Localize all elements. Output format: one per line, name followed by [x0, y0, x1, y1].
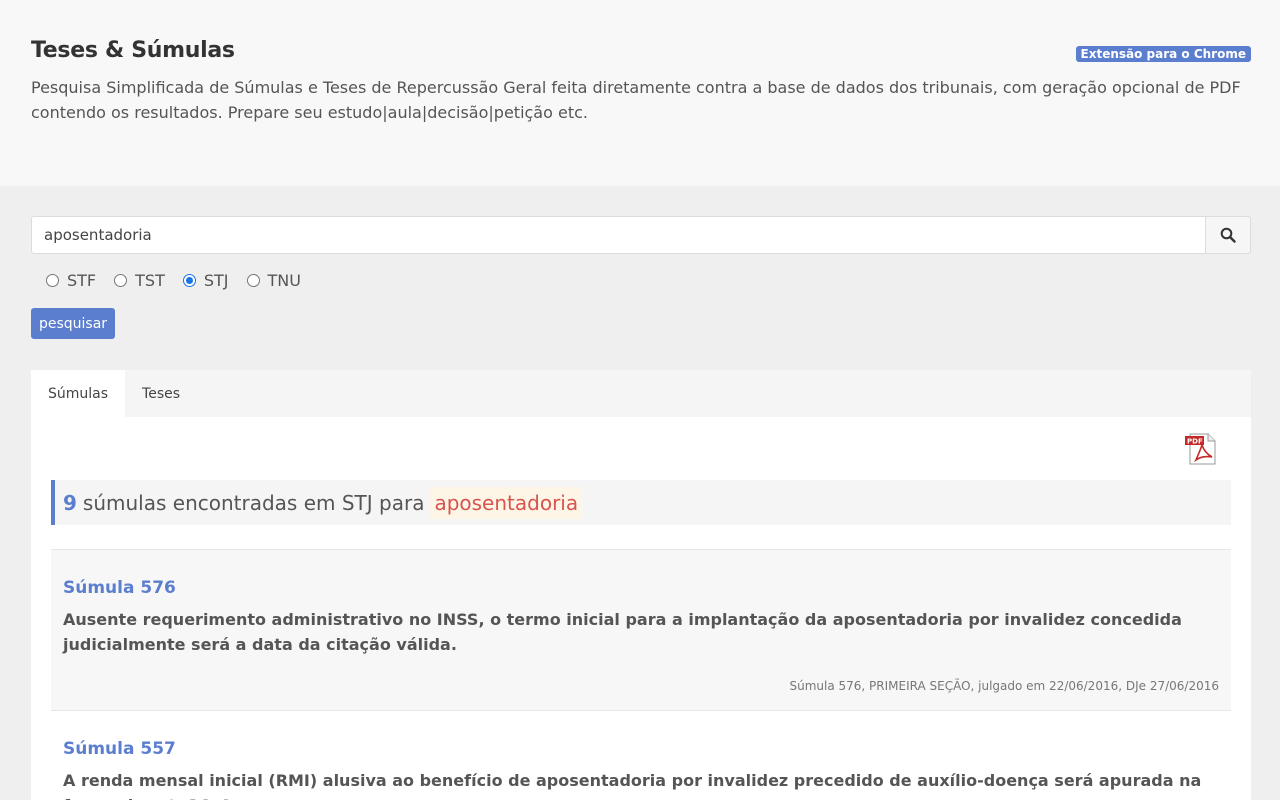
radio-button[interactable]: [46, 274, 59, 287]
pdf-download-button[interactable]: PDF: [1184, 433, 1218, 469]
search-input[interactable]: [31, 216, 1205, 254]
court-radio-stj[interactable]: STJ: [182, 271, 229, 290]
tab-sumulas[interactable]: Súmulas: [31, 370, 126, 417]
sumula-title[interactable]: Súmula 576: [63, 578, 176, 598]
svg-text:PDF: PDF: [1187, 438, 1203, 446]
radio-button[interactable]: [114, 274, 128, 287]
court-label: TST: [135, 271, 165, 290]
tab-teses[interactable]: Teses: [125, 370, 197, 417]
court-radio-group: STF TST STJ TNU: [46, 271, 319, 290]
search-icon: [1220, 227, 1236, 243]
court-label: TNU: [267, 271, 301, 290]
search-button[interactable]: [1205, 216, 1251, 254]
results-summary: 9 súmulas encontradas em STJ para aposen…: [51, 480, 1231, 525]
results-panel: PDF 9 súmulas encontradas em STJ para ap…: [31, 417, 1251, 800]
results-text: súmulas encontradas em STJ para: [82, 490, 425, 515]
results-query: aposentadoria: [430, 486, 583, 519]
sumula-title[interactable]: Súmula 557: [63, 739, 176, 759]
court-radio-tst[interactable]: TST: [114, 271, 165, 290]
results-tabs: Súmulas Teses: [31, 370, 1251, 417]
search-bar: [31, 216, 1251, 254]
court-label: STJ: [203, 271, 229, 290]
list-item: Súmula 576 Ausente requerimento administ…: [51, 549, 1231, 710]
chrome-extension-badge[interactable]: Extensão para o Chrome: [1075, 46, 1251, 62]
court-radio-stf[interactable]: STF: [46, 271, 96, 290]
page-description: Pesquisa Simplificada de Súmulas e Teses…: [31, 78, 1241, 122]
radio-button[interactable]: [182, 274, 196, 287]
page-title: Teses & Súmulas: [31, 38, 235, 63]
pdf-icon: PDF: [1185, 433, 1216, 465]
sumula-text: A renda mensal inicial (RMI) alusiva ao …: [63, 771, 1202, 800]
court-radio-tnu[interactable]: TNU: [246, 271, 301, 290]
court-label: STF: [67, 271, 97, 290]
page-header: Teses & Súmulas Extensão para o Chrome P…: [0, 0, 1280, 186]
sumula-meta: Súmula 576, PRIMEIRA SEÇÃO, julgado em 2…: [789, 679, 1219, 693]
pesquisar-button[interactable]: pesquisar: [31, 308, 115, 339]
radio-button[interactable]: [246, 274, 260, 287]
results-count: 9: [63, 490, 77, 515]
sumula-text: Ausente requerimento administrativo no I…: [63, 610, 1182, 654]
list-item: Súmula 557 A renda mensal inicial (RMI) …: [51, 710, 1231, 800]
